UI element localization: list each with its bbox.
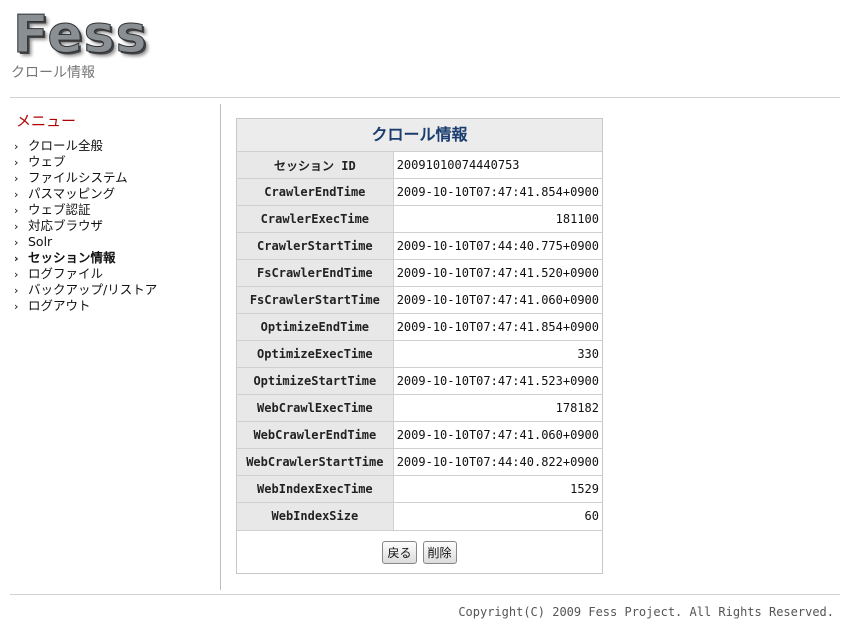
row-value: 60 — [393, 502, 602, 530]
menu-item-label[interactable]: ログアウト — [28, 298, 91, 313]
table-row: WebCrawlerStartTime 2009-10-10T07:44:40.8… — [237, 448, 602, 476]
row-key: FsCrawlerStartTime — [237, 286, 394, 314]
chevron-right-icon: › — [14, 300, 19, 313]
row-value: 2009-10-10T07:47:41.854+0900 — [393, 178, 602, 206]
row-value: 2009-10-10T07:47:41.854+0900 — [393, 313, 602, 341]
chevron-right-icon: › — [14, 220, 19, 233]
menu-item-path-mapping[interactable]: › パスマッピング — [14, 186, 157, 202]
table-row: WebIndexExecTime 1529 — [237, 475, 602, 503]
table-row: セッション ID 20091010074440753 — [237, 151, 602, 179]
menu-item-log-file[interactable]: › ログファイル — [14, 266, 157, 282]
menu-title: メニュー — [16, 112, 77, 130]
table-row: CrawlerStartTime 2009-10-10T07:44:40.775+… — [237, 232, 602, 260]
row-value: 2009-10-10T07:47:41.523+0900 — [393, 367, 602, 395]
menu-item-label[interactable]: セッション情報 — [28, 250, 116, 265]
row-key: OptimizeEndTime — [237, 313, 394, 341]
row-value: 330 — [393, 340, 602, 368]
menu-item-filesystem[interactable]: › ファイルシステム — [14, 170, 157, 186]
menu-item-label[interactable]: ファイルシステム — [28, 170, 128, 185]
panel-title: クロール情報 — [237, 119, 602, 151]
menu-item-backup-restore[interactable]: › バックアップ/リストア — [14, 282, 157, 298]
row-value: 178182 — [393, 394, 602, 422]
fess-logo[interactable]: Fess — [13, 6, 159, 65]
row-key: FsCrawlerEndTime — [237, 259, 394, 287]
menu-item-label[interactable]: パスマッピング — [28, 186, 115, 201]
sidebar: メニュー › クロール全般 › ウェブ › ファイルシステム › パスマッピング › ウェ… — [0, 104, 220, 590]
menu-item-label[interactable]: 対応ブラウザ — [28, 218, 103, 233]
table-row: CrawlerExecTime 181100 — [237, 205, 602, 233]
delete-button[interactable]: 削除 — [422, 541, 457, 564]
chevron-right-icon: › — [14, 188, 19, 201]
row-value: 181100 — [393, 205, 602, 233]
row-key: CrawlerExecTime — [237, 205, 394, 233]
chevron-right-icon: › — [14, 284, 19, 297]
crawl-info-table: セッション ID 20091010074440753 CrawlerEndTime… — [237, 151, 602, 530]
chevron-right-icon: › — [14, 268, 19, 281]
header-divider — [10, 97, 840, 98]
row-key: WebIndexSize — [237, 502, 394, 530]
row-key: CrawlerEndTime — [237, 178, 394, 206]
menu-item-session-info[interactable]: › セッション情報 — [14, 250, 157, 266]
row-key: セッション ID — [237, 151, 394, 179]
row-value: 1529 — [393, 475, 602, 503]
menu-item-label[interactable]: ウェブ認証 — [28, 202, 91, 217]
row-key: WebCrawlerStartTime — [237, 448, 394, 476]
menu-item-web[interactable]: › ウェブ — [14, 154, 157, 170]
row-key: CrawlerStartTime — [237, 232, 394, 260]
row-key: WebIndexExecTime — [237, 475, 394, 503]
table-row: WebIndexSize 60 — [237, 502, 602, 530]
button-row: 戻る 削除 — [237, 529, 602, 575]
back-button[interactable]: 戻る — [382, 541, 417, 564]
table-row: CrawlerEndTime 2009-10-10T07:47:41.854+09… — [237, 178, 602, 206]
menu-item-web-auth[interactable]: › ウェブ認証 — [14, 202, 157, 218]
row-key: WebCrawlExecTime — [237, 394, 394, 422]
row-value: 2009-10-10T07:47:41.060+0900 — [393, 421, 602, 449]
row-value: 2009-10-10T07:47:41.060+0900 — [393, 286, 602, 314]
chevron-right-icon: › — [14, 156, 19, 169]
row-key: WebCrawlerEndTime — [237, 421, 394, 449]
crawl-info-panel: クロール情報 セッション ID 20091010074440753 Crawler… — [236, 118, 603, 574]
menu-item-label[interactable]: クロール全般 — [28, 138, 103, 153]
row-value: 20091010074440753 — [393, 151, 602, 179]
menu-item-browser-type[interactable]: › 対応ブラウザ — [14, 218, 157, 234]
table-row: FsCrawlerStartTime 2009-10-10T07:47:41.06… — [237, 286, 602, 314]
copyright-text: Copyright(C) 2009 Fess Project. All Righ… — [458, 605, 834, 619]
chevron-right-icon: › — [14, 204, 19, 217]
sidebar-divider — [220, 104, 221, 590]
menu-item-solr[interactable]: › Solr — [14, 234, 157, 250]
chevron-right-icon: › — [14, 140, 19, 153]
table-row: OptimizeEndTime 2009-10-10T07:47:41.854+0… — [237, 313, 602, 341]
row-value: 2009-10-10T07:47:41.520+0900 — [393, 259, 602, 287]
row-key: OptimizeExecTime — [237, 340, 394, 368]
page-subtitle: クロール情報 — [11, 65, 95, 81]
chevron-right-icon: › — [14, 236, 19, 249]
menu-item-label[interactable]: バックアップ/リストア — [28, 282, 157, 297]
menu-list: › クロール全般 › ウェブ › ファイルシステム › パスマッピング › ウェブ認証 ›… — [14, 138, 157, 314]
menu-item-label[interactable]: ウェブ — [28, 154, 66, 169]
row-value: 2009-10-10T07:44:40.822+0900 — [393, 448, 602, 476]
chevron-right-icon: › — [14, 252, 19, 265]
menu-item-crawl-general[interactable]: › クロール全般 — [14, 138, 157, 154]
footer-divider — [10, 594, 840, 595]
menu-item-logout[interactable]: › ログアウト — [14, 298, 157, 314]
row-value: 2009-10-10T07:44:40.775+0900 — [393, 232, 602, 260]
table-row: WebCrawlerEndTime 2009-10-10T07:47:41.060… — [237, 421, 602, 449]
row-key: OptimizeStartTime — [237, 367, 394, 395]
table-row: FsCrawlerEndTime 2009-10-10T07:47:41.520+… — [237, 259, 602, 287]
header: Fess クロール情報 — [0, 0, 841, 98]
table-row: OptimizeExecTime 330 — [237, 340, 602, 368]
table-row: OptimizeStartTime 2009-10-10T07:47:41.523… — [237, 367, 602, 395]
menu-item-label[interactable]: Solr — [28, 234, 52, 249]
menu-item-label[interactable]: ログファイル — [28, 266, 103, 281]
chevron-right-icon: › — [14, 172, 19, 185]
table-row: WebCrawlExecTime 178182 — [237, 394, 602, 422]
